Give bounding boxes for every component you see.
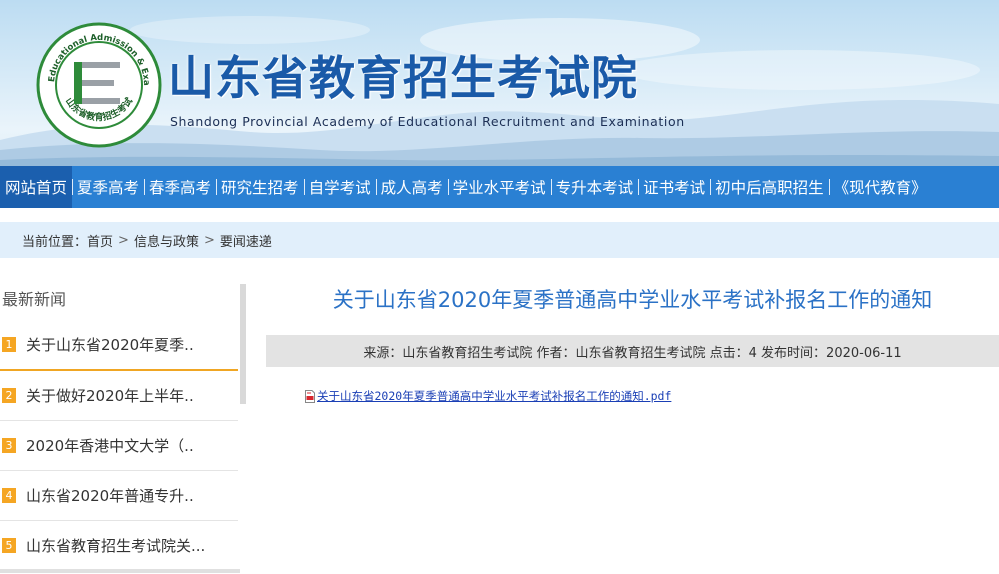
site-subtitle: Shandong Provincial Academy of Education… — [170, 114, 685, 129]
nav-item-certificate[interactable]: 证书考试 — [638, 166, 710, 208]
news-link[interactable]: 2020年香港中文大学（.. — [26, 435, 194, 456]
article-meta: 来源：山东省教育招生考试院 作者：山东省教育招生考试院 点击：4 发布时间：20… — [266, 335, 999, 367]
article-title: 关于山东省2020年夏季普通高中学业水平考试补报名工作的通知 — [332, 288, 933, 312]
nav-item-summer-gaokao[interactable]: 夏季高考 — [72, 166, 144, 208]
sidebar-divider — [240, 284, 246, 404]
attachment[interactable]: 关于山东省2020年夏季普通高中学业水平考试补报名工作的通知.pdf — [305, 388, 671, 404]
sidebar-bottom-bar — [0, 569, 240, 573]
nav-item-self-study[interactable]: 自学考试 — [303, 166, 376, 208]
site-logo[interactable]: Shandong Educational Admission & Examina… — [36, 22, 162, 148]
latest-news-sidebar: 最新新闻 1 关于山东省2020年夏季.. 2 关于做好2020年上半年.. 3… — [0, 280, 240, 574]
breadcrumb-label: 当前位置： — [22, 234, 88, 250]
nav-item-graduate[interactable]: 研究生招考 — [216, 166, 304, 208]
news-number-badge: 1 — [2, 337, 16, 352]
news-item[interactable]: 3 2020年香港中文大学（.. — [0, 421, 238, 471]
attachment-link[interactable]: 关于山东省2020年夏季普通高中学业水平考试补报名工作的通知.pdf — [317, 388, 671, 404]
news-link[interactable]: 山东省教育招生考试院关... — [26, 535, 205, 556]
nav-item-modern-education[interactable]: 《现代教育》 — [828, 166, 932, 208]
nav-item-upgrade[interactable]: 专升本考试 — [550, 166, 639, 208]
news-item[interactable]: 4 山东省2020年普通专升.. — [0, 471, 238, 521]
pdf-file-icon — [305, 389, 315, 403]
news-number-badge: 2 — [2, 388, 16, 403]
nav-item-spring-gaokao[interactable]: 春季高考 — [144, 166, 216, 208]
nav-item-adult[interactable]: 成人高考 — [375, 166, 448, 208]
site-banner: Shandong Educational Admission & Examina… — [0, 0, 999, 166]
news-number-badge: 3 — [2, 438, 16, 453]
breadcrumb: 当前位置： 首页 > 信息与政策 > 要闻速递 — [0, 222, 999, 258]
news-list: 1 关于山东省2020年夏季.. 2 关于做好2020年上半年.. 3 2020… — [0, 320, 238, 571]
nav-item-home[interactable]: 网站首页 — [0, 166, 73, 208]
news-item[interactable]: 2 关于做好2020年上半年.. — [0, 371, 238, 421]
news-link[interactable]: 山东省2020年普通专升.. — [26, 485, 194, 506]
breadcrumb-news[interactable]: 要闻速递 — [220, 231, 272, 250]
news-link[interactable]: 关于山东省2020年夏季.. — [26, 334, 194, 355]
nav-item-vocational[interactable]: 初中后高职招生 — [710, 166, 829, 208]
news-link[interactable]: 关于做好2020年上半年.. — [26, 385, 194, 406]
breadcrumb-home[interactable]: 首页 — [87, 231, 113, 250]
main-nav: 网站首页 夏季高考 春季高考 研究生招考 自学考试 成人高考 学业水平考试 专升… — [0, 166, 999, 208]
nav-item-proficiency[interactable]: 学业水平考试 — [447, 166, 551, 208]
news-item[interactable]: 1 关于山东省2020年夏季.. — [0, 320, 238, 371]
news-number-badge: 5 — [2, 538, 16, 553]
sidebar-title: 最新新闻 — [2, 290, 67, 309]
site-title: 山东省教育招生考试院 — [168, 51, 638, 105]
breadcrumb-policy[interactable]: 信息与政策 — [134, 231, 199, 250]
news-item[interactable]: 5 山东省教育招生考试院关... — [0, 521, 238, 571]
breadcrumb-separator: > — [203, 232, 215, 248]
news-number-badge: 4 — [2, 488, 16, 503]
breadcrumb-separator: > — [118, 232, 129, 248]
